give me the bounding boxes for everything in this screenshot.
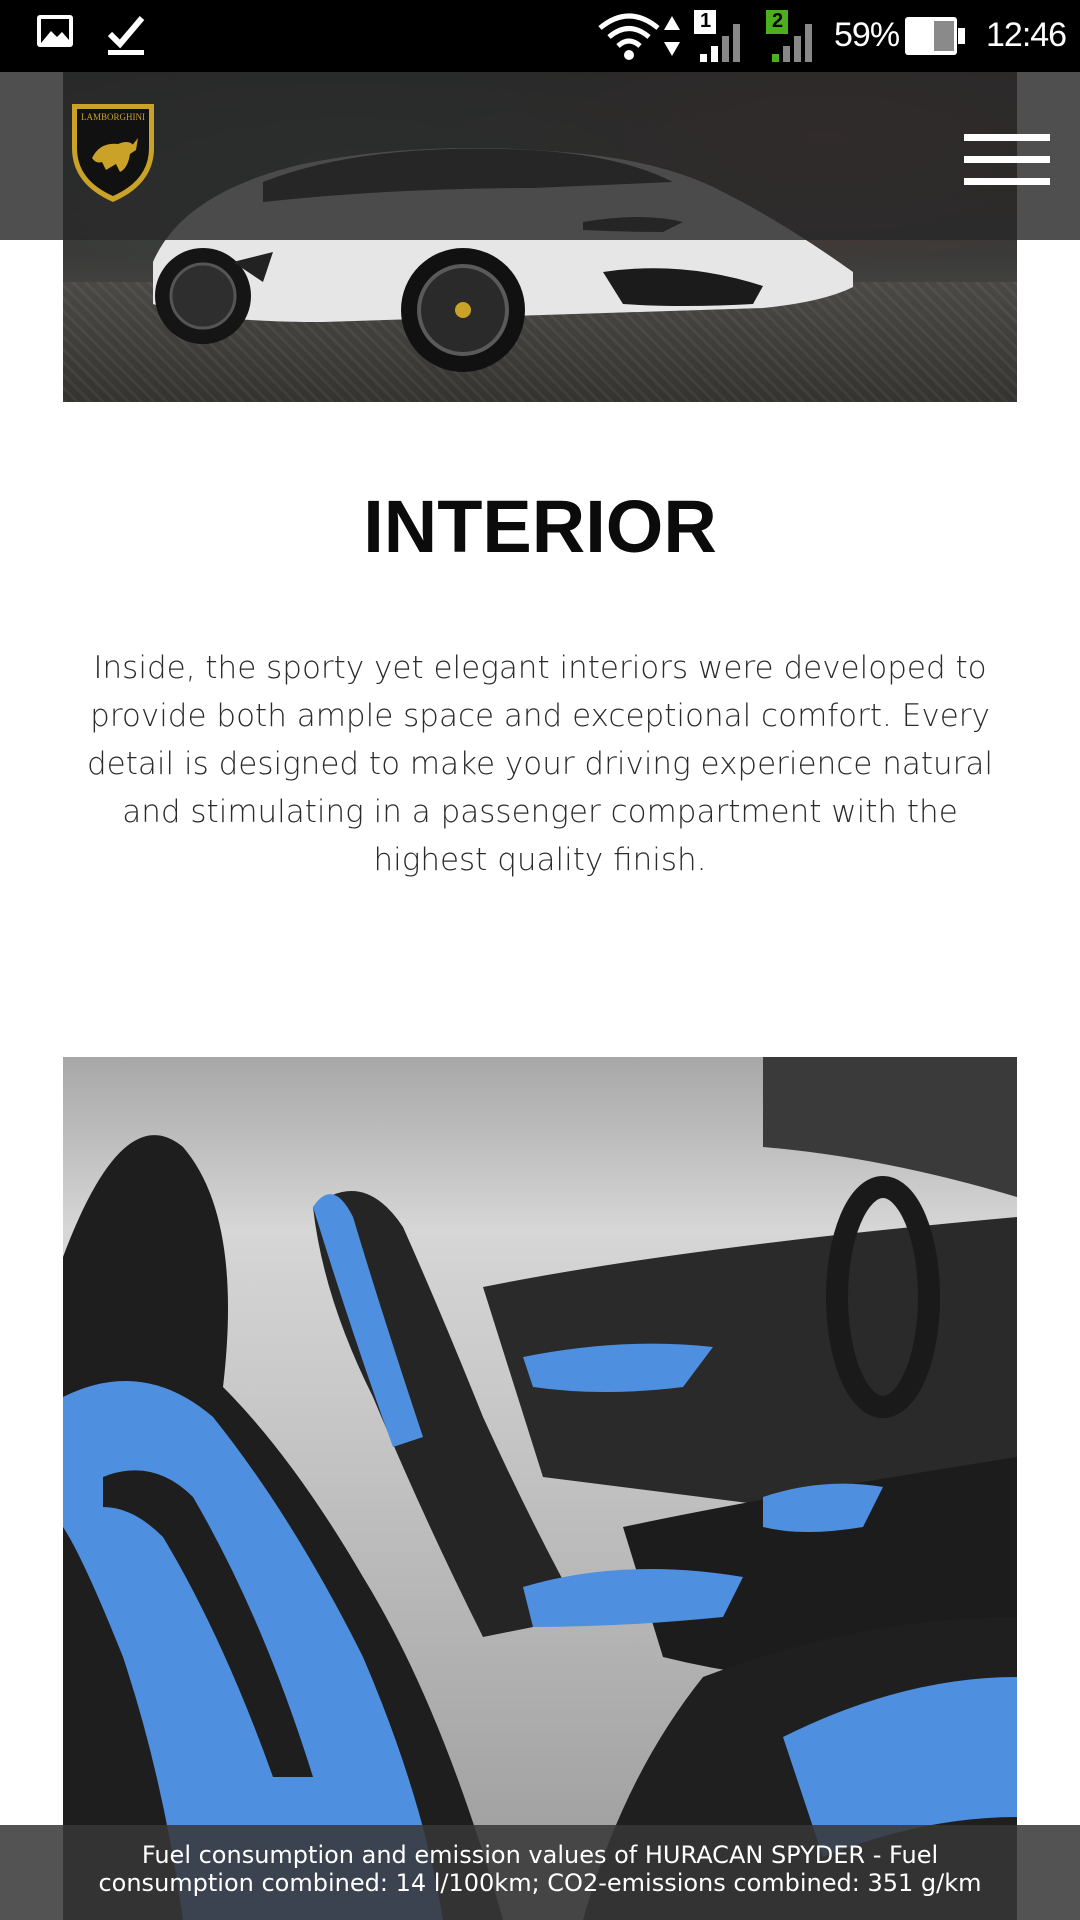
- hamburger-menu-icon-line: [964, 156, 1050, 163]
- hamburger-menu-icon-line: [964, 178, 1050, 185]
- sim1-label: 1: [700, 10, 712, 32]
- hamburger-menu-button[interactable]: [964, 134, 1050, 190]
- emissions-disclaimer: Fuel consumption and emission values of …: [0, 1825, 1080, 1920]
- gallery-icon: [36, 14, 74, 52]
- hamburger-menu-icon-line: [964, 134, 1050, 141]
- status-bar: 1 2 59% 12:46: [0, 0, 1080, 72]
- clock: 12:46: [986, 16, 1067, 54]
- battery-icon: [904, 16, 966, 60]
- disclaimer-text: Fuel consumption and emission values of …: [98, 1841, 982, 1897]
- section-title: INTERIOR: [363, 485, 717, 568]
- interior-image: [63, 1057, 1017, 1920]
- section-description: Inside, the sporty yet elegant interiors…: [86, 650, 994, 878]
- lamborghini-logo[interactable]: LAMBORGHINI: [66, 98, 160, 208]
- data-arrows-icon: [662, 14, 682, 62]
- logo-text: LAMBORGHINI: [81, 112, 145, 122]
- battery-percent: 59%: [834, 16, 900, 54]
- download-complete-icon: [106, 14, 146, 62]
- sim2-label: 2: [772, 10, 784, 32]
- top-navigation-bar: LAMBORGHINI: [0, 72, 1080, 240]
- interior-illustration: [63, 1057, 1017, 1920]
- wifi-icon: [598, 12, 660, 66]
